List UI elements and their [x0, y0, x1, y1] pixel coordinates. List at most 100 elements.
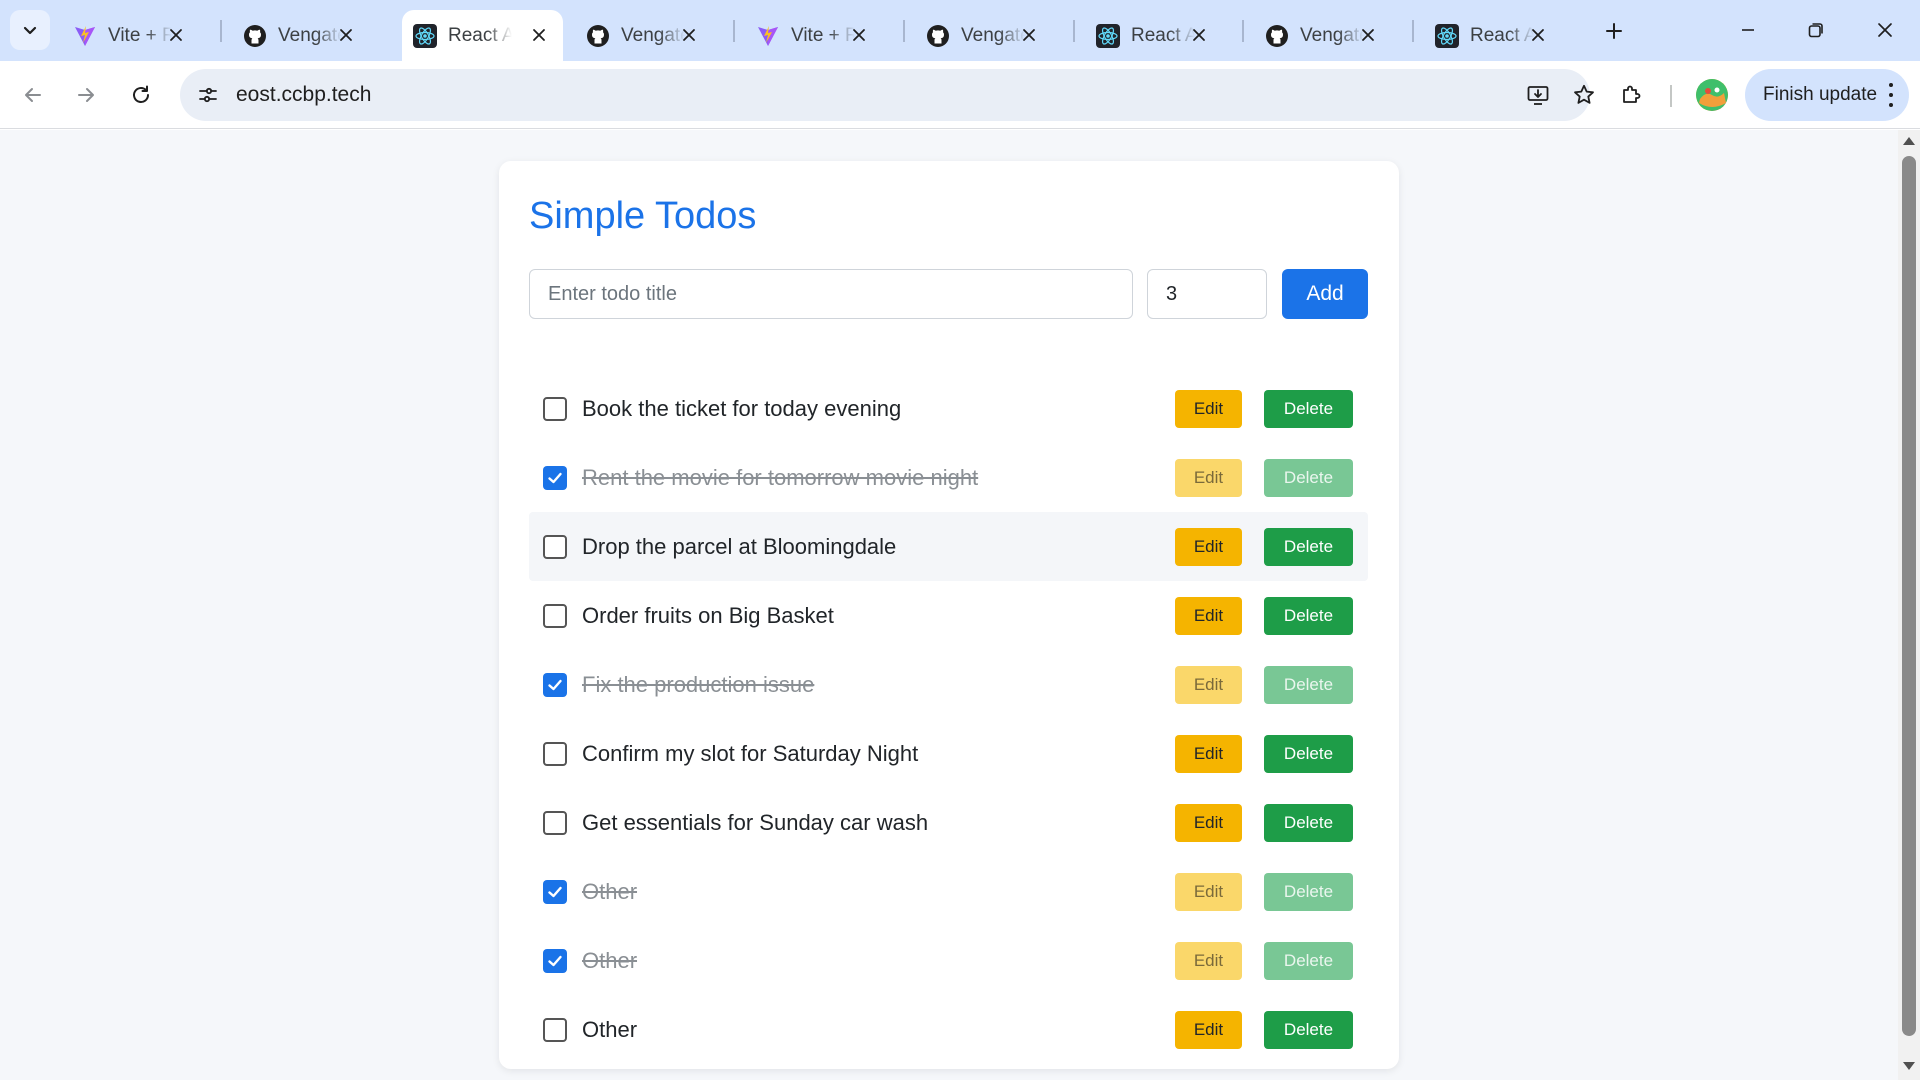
site-info-button[interactable]	[192, 79, 224, 111]
tab-close-icon[interactable]	[1015, 21, 1043, 49]
github-icon	[585, 23, 611, 49]
tab-close-icon[interactable]	[162, 21, 190, 49]
browser-tab[interactable]: Vengateshr	[915, 10, 1053, 61]
scrollbar-thumb[interactable]	[1902, 156, 1916, 1036]
browser-tab[interactable]: Vengateshr	[575, 10, 713, 61]
browser-tab[interactable]: React App	[1424, 10, 1562, 61]
bookmark-button[interactable]	[1568, 79, 1600, 111]
delete-button[interactable]: Delete	[1264, 804, 1353, 842]
back-button[interactable]	[13, 75, 53, 115]
minimize-button[interactable]	[1720, 8, 1776, 52]
todo-item: Other Edit Delete	[529, 926, 1368, 995]
delete-button[interactable]: Delete	[1264, 942, 1353, 980]
delete-button[interactable]: Delete	[1264, 873, 1353, 911]
checkmark-icon	[548, 886, 562, 898]
edit-button[interactable]: Edit	[1175, 942, 1242, 980]
todo-checkbox[interactable]	[543, 1018, 567, 1042]
edit-button[interactable]: Edit	[1175, 666, 1242, 704]
finish-update-button[interactable]: Finish update	[1745, 69, 1909, 121]
tab-separator	[1412, 20, 1414, 42]
tab-separator	[1242, 20, 1244, 42]
tab-close-icon[interactable]	[1185, 21, 1213, 49]
reload-button[interactable]	[121, 75, 161, 115]
todo-item: Other Edit Delete	[529, 995, 1368, 1064]
delete-button[interactable]: Delete	[1264, 528, 1353, 566]
todos-card: Simple Todos Add Book the ticket for tod…	[499, 161, 1399, 1069]
todo-checkbox[interactable]	[543, 535, 567, 559]
todo-title: Fix the production issue	[582, 672, 815, 697]
address-bar[interactable]: eost.ccbp.tech	[180, 69, 1594, 121]
todo-item: Other Edit Delete	[529, 857, 1368, 926]
minimize-icon	[1742, 29, 1754, 31]
browser-tab[interactable]: Vengateshr	[232, 10, 370, 61]
tab-close-icon[interactable]	[332, 21, 360, 49]
github-icon	[925, 23, 951, 49]
tune-icon	[199, 87, 217, 103]
browser-tab[interactable]: Vite + React	[62, 10, 200, 61]
page-scrollbar[interactable]	[1898, 130, 1920, 1080]
todo-quantity-input[interactable]	[1147, 269, 1267, 319]
arrow-left-icon	[25, 88, 41, 102]
edit-button[interactable]: Edit	[1175, 459, 1242, 497]
delete-button[interactable]: Delete	[1264, 597, 1353, 635]
todo-item: Rent the movie for tomorrow movie night E…	[529, 443, 1368, 512]
todo-title: Other	[582, 948, 638, 973]
browser-tab[interactable]: Vite + React	[745, 10, 883, 61]
extensions-button[interactable]	[1611, 75, 1651, 115]
todo-checkbox[interactable]	[543, 742, 567, 766]
edit-button[interactable]: Edit	[1175, 804, 1242, 842]
github-icon	[242, 23, 268, 49]
tab-close-icon[interactable]	[1354, 21, 1382, 49]
delete-button[interactable]: Delete	[1264, 1011, 1353, 1049]
puzzle-icon	[1623, 85, 1641, 103]
todo-checkbox[interactable]	[543, 466, 567, 490]
tab-close-icon[interactable]	[845, 21, 873, 49]
edit-button[interactable]: Edit	[1175, 735, 1242, 773]
todo-title-input[interactable]	[529, 269, 1133, 319]
plus-icon	[1606, 23, 1622, 39]
browser-tab[interactable]: React App	[1085, 10, 1223, 61]
react-icon	[1095, 23, 1121, 49]
delete-button[interactable]: Delete	[1264, 390, 1353, 428]
profile-avatar[interactable]	[1696, 79, 1728, 111]
add-todo-button[interactable]: Add	[1282, 269, 1368, 319]
todo-list: Book the ticket for today evening Edit Del…	[529, 374, 1368, 1064]
tab-close-icon[interactable]	[675, 21, 703, 49]
tab-strip: Vite + React Vengateshr React App Vengatesh…	[0, 0, 1920, 61]
todo-checkbox[interactable]	[543, 604, 567, 628]
forward-button[interactable]	[66, 75, 106, 115]
edit-button[interactable]: Edit	[1175, 390, 1242, 428]
tab-close-icon[interactable]	[1524, 21, 1552, 49]
restore-button[interactable]	[1788, 8, 1844, 52]
todo-checkbox[interactable]	[543, 673, 567, 697]
todo-checkbox[interactable]	[543, 811, 567, 835]
delete-button[interactable]: Delete	[1264, 735, 1353, 773]
github-icon	[1264, 23, 1290, 49]
close-window-button[interactable]	[1857, 8, 1913, 52]
todo-item: Order fruits on Big Basket Edit Delete	[529, 581, 1368, 650]
scroll-down-arrow-icon[interactable]	[1903, 1062, 1915, 1070]
browser-tab[interactable]: Vengateshr	[1254, 10, 1392, 61]
delete-button[interactable]: Delete	[1264, 459, 1353, 497]
browser-tab[interactable]: React App	[402, 10, 563, 61]
todo-checkbox[interactable]	[543, 949, 567, 973]
url-text: eost.ccbp.tech	[236, 83, 372, 106]
edit-button[interactable]: Edit	[1175, 528, 1242, 566]
delete-button[interactable]: Delete	[1264, 666, 1353, 704]
edit-button[interactable]: Edit	[1175, 1011, 1242, 1049]
install-app-button[interactable]	[1522, 79, 1554, 111]
scroll-up-arrow-icon[interactable]	[1903, 137, 1915, 145]
edit-button[interactable]: Edit	[1175, 873, 1242, 911]
star-icon	[1574, 84, 1594, 104]
chevron-down-icon	[23, 26, 37, 35]
new-tab-button[interactable]	[1597, 14, 1631, 48]
tab-close-icon[interactable]	[525, 21, 553, 49]
finish-update-label: Finish update	[1763, 84, 1878, 105]
todo-checkbox[interactable]	[543, 397, 567, 421]
todo-title: Other	[582, 1017, 638, 1042]
tab-search-button[interactable]	[10, 10, 50, 50]
edit-button[interactable]: Edit	[1175, 597, 1242, 635]
tab-separator	[903, 20, 905, 42]
tab-separator	[1073, 20, 1075, 42]
todo-checkbox[interactable]	[543, 880, 567, 904]
